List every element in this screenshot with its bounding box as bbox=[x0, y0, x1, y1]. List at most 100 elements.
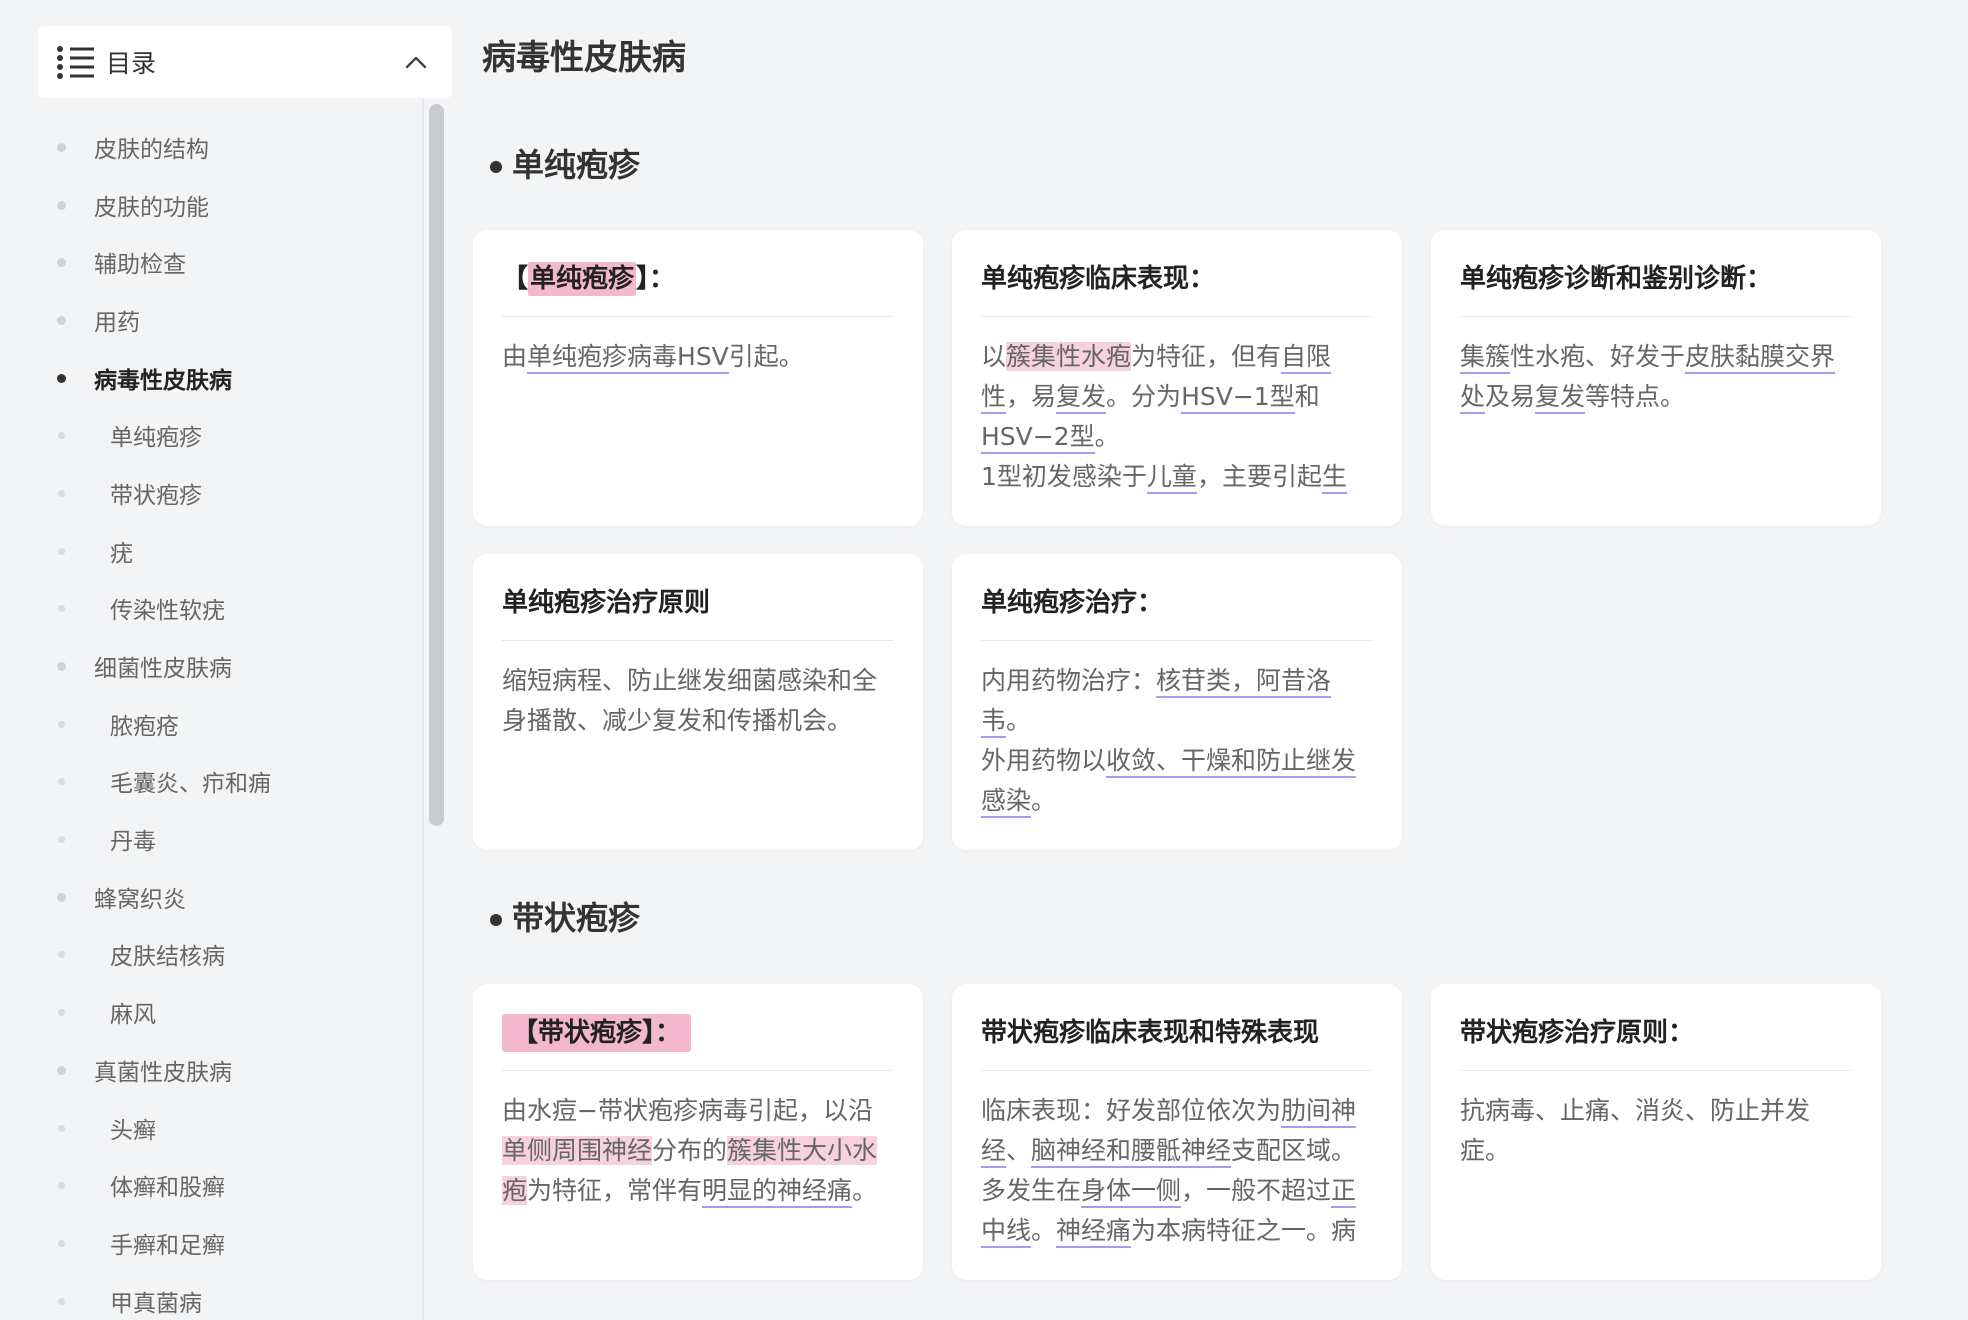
underlined-text: 身体一侧 bbox=[1081, 1176, 1182, 1208]
body-text: 。 bbox=[1031, 786, 1057, 815]
toc-item[interactable]: 麻风 bbox=[38, 983, 418, 1041]
toc-item-label: 体癣和股癣 bbox=[110, 1175, 225, 1202]
toc-item[interactable]: 毛囊炎、疖和痈 bbox=[38, 753, 418, 811]
body-text: 性水疱、好发于 bbox=[1510, 342, 1686, 371]
bullet-icon bbox=[58, 778, 65, 786]
body-text: 抗病毒、止痛、消炎、防止并发症。 bbox=[1460, 1096, 1811, 1165]
underlined-text: 中线 bbox=[981, 1216, 1032, 1248]
card-hsv-diagnosis[interactable]: 单纯疱疹诊断和鉴别诊断： 集簇性水疱、好发于皮肤黏膜交界处及易复发等特点。 bbox=[1431, 230, 1881, 526]
bullet-icon bbox=[57, 258, 66, 268]
toc-item-label: 真菌性皮肤病 bbox=[94, 1059, 232, 1086]
underlined-text: 皮肤黏膜交界 bbox=[1685, 342, 1836, 374]
underlined-text: 脑神经和腰骶神经 bbox=[1031, 1136, 1232, 1168]
card-hsv-treatment-principle[interactable]: 单纯疱疹治疗原则 缩短病程、防止继发细菌感染和全身播散、减少复发和传播机会。 bbox=[473, 554, 923, 850]
body-text: 为本病特征之一。病 bbox=[1131, 1216, 1357, 1245]
toc-item[interactable]: 用药 bbox=[38, 291, 418, 349]
card-body: 由单纯疱疹病毒HSV引起。 bbox=[502, 337, 894, 377]
card-vzv-clinical[interactable]: 带状疱疹临床表现和特殊表现 临床表现：好发部位依次为肋间神经、脑神经和腰骶神经支… bbox=[952, 984, 1402, 1280]
body-text: 缩短病程、防止继发细菌感染和全身播散、减少复发和传播机会。 bbox=[502, 666, 878, 735]
bullet-icon bbox=[58, 951, 65, 959]
toc-item-label: 用药 bbox=[94, 309, 140, 336]
underlined-text: 经 bbox=[981, 1136, 1007, 1168]
card-title: 单纯疱疹临床表现： bbox=[981, 230, 1373, 317]
card-body: 由水痘−带状疱疹病毒引起，以沿单侧周围神经分布的簇集性大小水疱为特征，常伴有明显… bbox=[502, 1091, 894, 1211]
toc-item[interactable]: 体癣和股癣 bbox=[38, 1156, 418, 1214]
card-title: 带状疱疹治疗原则： bbox=[1460, 984, 1852, 1071]
body-text: 内用药物治疗： bbox=[981, 666, 1157, 695]
underlined-text: 集簇 bbox=[1460, 342, 1511, 374]
card-title-highlight: 单纯疱疹 bbox=[528, 262, 637, 296]
underlined-text: 神经痛 bbox=[1056, 1216, 1132, 1248]
underlined-text: 性 bbox=[981, 382, 1007, 414]
list-icon bbox=[57, 46, 94, 79]
toc-item[interactable]: 脓疱疮 bbox=[38, 695, 418, 753]
body-text: 外用药物以 bbox=[981, 746, 1107, 775]
card-hsv-cause[interactable]: 【单纯疱疹】： 由单纯疱疹病毒HSV引起。 bbox=[473, 230, 923, 526]
bullet-icon bbox=[57, 662, 66, 672]
toc-item-label: 辅助检查 bbox=[94, 252, 186, 279]
card-hsv-treatment[interactable]: 单纯疱疹治疗： 内用药物治疗：核苷类，阿昔洛韦。 外用药物以收敛、干燥和防止继发感… bbox=[952, 554, 1402, 850]
toc-item-label: 皮肤的功能 bbox=[94, 194, 209, 221]
toc-item[interactable]: 辅助检查 bbox=[38, 233, 418, 291]
body-text: 及易 bbox=[1485, 382, 1536, 411]
card-body: 抗病毒、止痛、消炎、防止并发症。 bbox=[1460, 1091, 1852, 1171]
card-body: 缩短病程、防止继发细菌感染和全身播散、减少复发和传播机会。 bbox=[502, 661, 894, 741]
bullet-icon bbox=[490, 161, 502, 173]
card-vzv-cause[interactable]: 【带状疱疹】： 由水痘−带状疱疹病毒引起，以沿单侧周围神经分布的簇集性大小水疱为… bbox=[473, 984, 923, 1280]
body-text: 。 bbox=[1031, 1216, 1057, 1245]
underlined-text: HSV−2型 bbox=[981, 422, 1095, 454]
card-title: 单纯疱疹诊断和鉴别诊断： bbox=[1460, 230, 1852, 317]
toc-item[interactable]: 单纯疱疹 bbox=[38, 406, 418, 464]
bullet-icon bbox=[58, 1009, 65, 1017]
card-vzv-treatment-principle[interactable]: 带状疱疹治疗原则： 抗病毒、止痛、消炎、防止并发症。 bbox=[1431, 984, 1881, 1280]
toc-item-label: 病毒性皮肤病 bbox=[94, 367, 232, 394]
body-text: ，易 bbox=[1006, 382, 1057, 411]
toc-item[interactable]: 手癣和足癣 bbox=[38, 1214, 418, 1272]
toc-item[interactable]: 细菌性皮肤病 bbox=[38, 637, 418, 695]
chevron-up-icon[interactable] bbox=[402, 48, 430, 76]
toc-item[interactable]: 蜂窝织炎 bbox=[38, 868, 418, 926]
underlined-text: 收敛、干燥和防止继发 bbox=[1106, 746, 1357, 778]
toc-item[interactable]: 丹毒 bbox=[38, 810, 418, 868]
sidebar-scrollbar[interactable] bbox=[429, 104, 444, 826]
toc-item-label: 脓疱疮 bbox=[110, 713, 179, 740]
sidebar-scroll-track bbox=[422, 98, 424, 1320]
bullet-icon bbox=[57, 1065, 66, 1075]
toc-item[interactable]: 病毒性皮肤病 bbox=[38, 349, 418, 407]
toc-title: 目录 bbox=[106, 49, 157, 78]
card-body: 集簇性水疱、好发于皮肤黏膜交界处及易复发等特点。 bbox=[1460, 337, 1852, 417]
toc-item[interactable]: 真菌性皮肤病 bbox=[38, 1041, 418, 1099]
underlined-text: 明显的神经 bbox=[702, 1176, 828, 1208]
body-text: 。分为 bbox=[1106, 382, 1182, 411]
toc-item[interactable]: 皮肤的结构 bbox=[38, 118, 418, 176]
toc-item[interactable]: 甲真菌病 bbox=[38, 1272, 418, 1320]
bullet-icon bbox=[58, 720, 65, 728]
card-title: 单纯疱疹治疗原则 bbox=[502, 554, 894, 641]
toc-item[interactable]: 传染性软疣 bbox=[38, 580, 418, 638]
toc-item[interactable]: 皮肤结核病 bbox=[38, 926, 418, 984]
bullet-icon bbox=[57, 142, 66, 152]
toc-item[interactable]: 头癣 bbox=[38, 1099, 418, 1157]
toc-header[interactable]: 目录 bbox=[38, 26, 452, 98]
toc-item[interactable]: 带状疱疹 bbox=[38, 464, 418, 522]
underlined-text: 感染 bbox=[981, 786, 1032, 818]
toc-item-label: 蜂窝织炎 bbox=[94, 886, 186, 913]
card-title: 【单纯疱疹】： bbox=[502, 230, 894, 317]
toc-item[interactable]: 疣 bbox=[38, 522, 418, 580]
card-hsv-clinical[interactable]: 单纯疱疹临床表现： 以簇集性水疱为特征，但有自限性，易复发。分为HSV−1型和 H… bbox=[952, 230, 1402, 526]
body-text: 由 bbox=[502, 342, 528, 371]
bullet-icon bbox=[58, 1124, 65, 1132]
card-body: 以簇集性水疱为特征，但有自限性，易复发。分为HSV−1型和 HSV−2型。 1型初发… bbox=[981, 337, 1373, 507]
body-text: 。 bbox=[1094, 422, 1120, 451]
toc-item-label: 疣 bbox=[110, 540, 133, 567]
toc-item-label: 带状疱疹 bbox=[110, 482, 202, 509]
toc-item[interactable]: 皮肤的功能 bbox=[38, 176, 418, 234]
bullet-icon bbox=[57, 315, 66, 325]
body-text: 为特征，常伴有 bbox=[527, 1176, 703, 1205]
bullet-icon bbox=[58, 432, 65, 440]
body-text: 以 bbox=[981, 342, 1007, 371]
card-title-prefix: 【 bbox=[502, 264, 529, 294]
body-text: ，一般不超过 bbox=[1181, 1176, 1332, 1205]
underlined-text: 复发 bbox=[1535, 382, 1586, 414]
toc-item-label: 甲真菌病 bbox=[110, 1290, 202, 1317]
